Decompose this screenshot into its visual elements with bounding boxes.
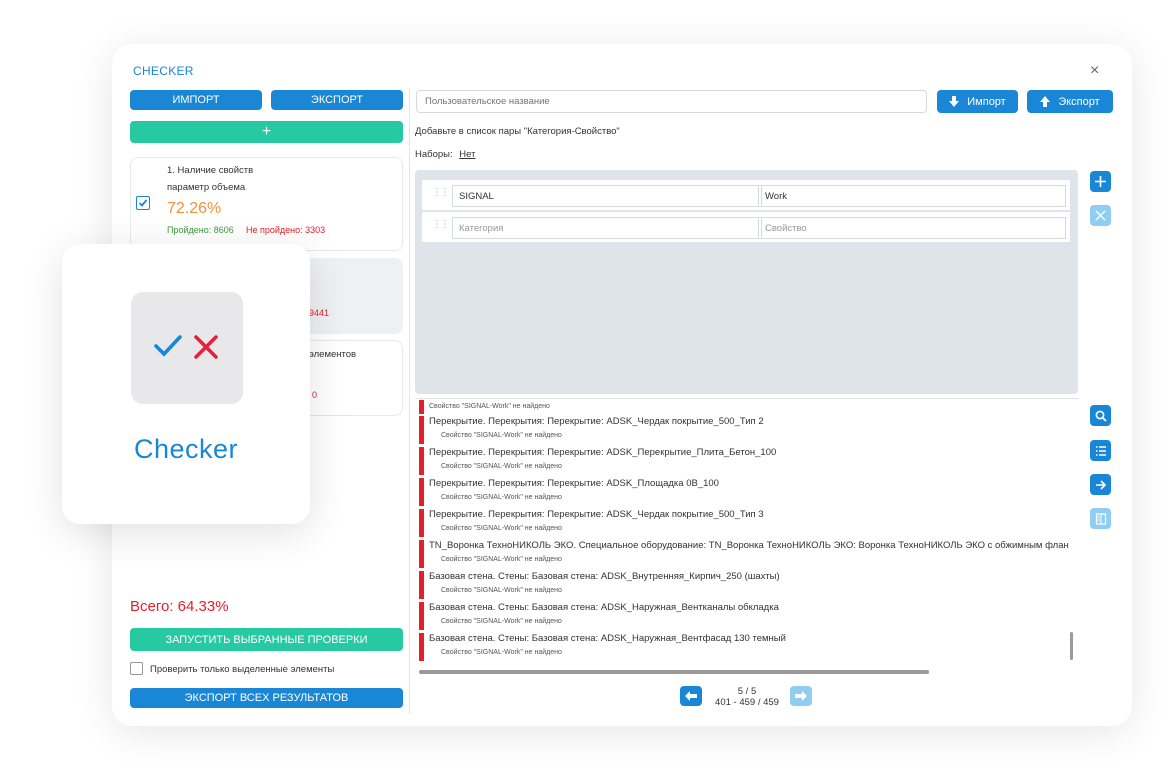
import-pairs-button[interactable]: Импорт	[937, 90, 1018, 113]
sets-link[interactable]: Нет	[459, 149, 475, 160]
check-title-line1: 1. Наличие свойств	[167, 165, 254, 176]
result-title: Перекрытие. Перекрытия: Перекрытие: ADSK…	[429, 509, 764, 520]
total-percent: Всего: 64.33%	[130, 598, 229, 615]
checkmark-icon	[138, 199, 148, 207]
error-marker	[419, 602, 424, 630]
prev-page-button[interactable]	[680, 686, 702, 706]
result-sub: Свойство "SIGNAL-Work" не найдено	[441, 556, 562, 563]
result-sub: Свойство "SIGNAL-Work" не найдено	[441, 587, 562, 594]
drag-handle-icon[interactable]: ⋮⋮	[432, 187, 450, 198]
brand-name: Checker	[133, 434, 239, 464]
go-to-button[interactable]	[1090, 474, 1111, 495]
error-marker	[419, 400, 424, 414]
download-icon	[949, 96, 960, 107]
result-title: Перекрытие. Перекрытия: Перекрытие: ADSK…	[429, 416, 764, 427]
only-selected-checkbox[interactable]	[130, 662, 143, 675]
pair-row: ⋮⋮ SIGNAL Work	[422, 180, 1070, 210]
error-marker	[419, 447, 424, 475]
result-title: Перекрытие. Перекрытия: Перекрытие: ADSK…	[429, 447, 777, 458]
export-all-button[interactable]: ЭКСПОРТ ВСЕХ РЕЗУЛЬТАТОВ	[130, 688, 403, 708]
result-sub: Свойство "SIGNAL-Work" не найдено	[429, 403, 550, 410]
run-checks-button[interactable]: ЗАПУСТИТЬ ВЫБРАННЫЕ ПРОВЕРКИ	[130, 628, 403, 651]
pairs-hint: Добавьте в список пары "Категория-Свойст…	[415, 126, 620, 137]
check-checkbox[interactable]	[136, 196, 150, 210]
result-sub: Свойство "SIGNAL-Work" не найдено	[441, 618, 562, 625]
sets-row: Наборы: Нет	[415, 149, 475, 160]
list-button[interactable]	[1090, 440, 1111, 461]
error-marker	[419, 509, 424, 537]
pair-property[interactable]: Work	[758, 185, 1066, 207]
check-failed: 9441	[309, 308, 330, 318]
result-title: Базовая стена. Стены: Базовая стена: ADS…	[429, 602, 779, 613]
remove-pair-button[interactable]	[1090, 205, 1111, 226]
search-icon	[1095, 410, 1107, 422]
sets-label: Наборы:	[415, 149, 453, 160]
result-sub: Свойство "SIGNAL-Work" не найдено	[441, 525, 562, 532]
check-card-1[interactable]: 1. Наличие свойств параметр объема 72.26…	[130, 157, 403, 251]
error-marker	[419, 478, 424, 506]
add-pair-button[interactable]	[1090, 171, 1111, 192]
horizontal-scrollbar[interactable]	[419, 670, 929, 674]
check-failed: Не пройдено: 3303	[246, 225, 326, 235]
error-marker	[419, 416, 424, 444]
export-pairs-label: Экспорт	[1058, 95, 1100, 108]
result-sub: Свойство "SIGNAL-Work" не найдено	[441, 463, 562, 470]
arrow-left-icon	[685, 691, 697, 701]
cross-icon	[194, 335, 218, 359]
panel-divider	[409, 88, 410, 714]
pager-range: 401 - 459 / 459	[715, 697, 779, 708]
app-title: CHECKER	[133, 64, 194, 78]
results-divider	[415, 398, 1079, 399]
check-title-line2: параметр объема	[167, 182, 246, 193]
search-button[interactable]	[1090, 405, 1111, 426]
new-pair-row: ⋮⋮ Категория Свойство	[422, 212, 1070, 242]
pair-category[interactable]: SIGNAL	[452, 185, 762, 207]
brand-card: Checker	[62, 244, 310, 524]
result-title: Базовая стена. Стены: Базовая стена: ADS…	[429, 571, 780, 582]
upload-icon	[1040, 96, 1051, 107]
name-input[interactable]	[416, 90, 927, 113]
error-marker	[419, 571, 424, 599]
list-icon	[1095, 445, 1106, 456]
result-title: Перекрытие. Перекрытия: Перекрытие: ADSK…	[429, 478, 719, 489]
import-button[interactable]: ИМПОРТ	[130, 90, 262, 110]
close-icon	[1095, 210, 1106, 221]
arrow-right-icon	[795, 691, 807, 701]
checkmark-icon	[154, 335, 182, 357]
pager-info: 5 / 5 401 - 459 / 459	[712, 686, 782, 708]
result-sub: Свойство "SIGNAL-Work" не найдено	[441, 649, 562, 656]
only-selected-label: Проверить только выделенные элементы	[150, 664, 335, 675]
close-icon[interactable]: ×	[1090, 62, 1099, 80]
plus-icon	[1095, 176, 1106, 187]
new-category-input[interactable]: Категория	[452, 217, 762, 239]
export-pairs-button[interactable]: Экспорт	[1027, 90, 1113, 113]
plus-icon: +	[261, 123, 272, 140]
app-logo	[131, 292, 243, 404]
check-passed: Пройдено: 8606	[167, 225, 234, 235]
check-title: элементов	[309, 349, 357, 360]
check-percent: 72.26%	[167, 200, 222, 217]
next-page-button[interactable]	[790, 686, 812, 706]
new-property-input[interactable]: Свойство	[758, 217, 1066, 239]
export-button[interactable]: ЭКСПОРТ	[271, 90, 403, 110]
pager-page: 5 / 5	[737, 686, 757, 697]
import-pairs-label: Импорт	[967, 95, 1006, 108]
columns-button[interactable]	[1090, 508, 1111, 529]
result-sub: Свойство "SIGNAL-Work" не найдено	[441, 494, 562, 501]
result-title: TN_Воронка ТехноНИКОЛЬ ЭКО. Специальное …	[429, 540, 1069, 551]
vertical-scrollbar[interactable]	[1070, 632, 1073, 660]
add-check-button[interactable]: +	[130, 121, 403, 143]
result-title: Базовая стена. Стены: Базовая стена: ADS…	[429, 633, 786, 644]
error-marker	[419, 540, 424, 568]
drag-handle-icon[interactable]: ⋮⋮	[432, 219, 450, 230]
error-marker	[419, 633, 424, 661]
arrow-right-icon	[1095, 479, 1106, 490]
columns-icon	[1095, 512, 1106, 525]
result-sub: Свойство "SIGNAL-Work" не найдено	[441, 432, 562, 439]
